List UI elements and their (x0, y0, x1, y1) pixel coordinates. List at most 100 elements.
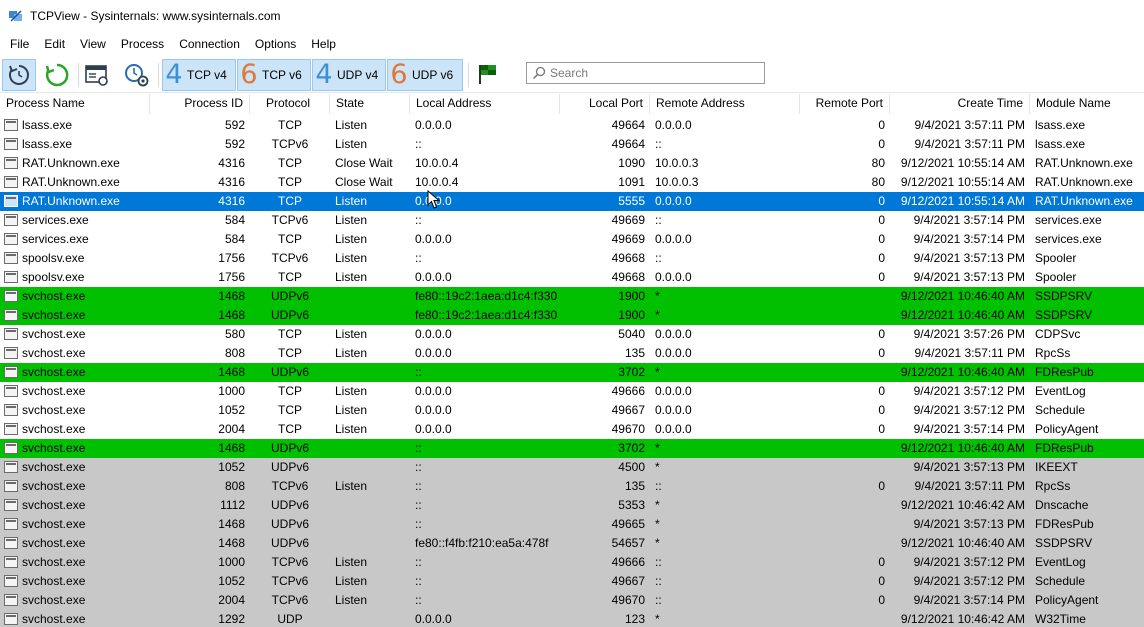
udp-v4-toggle[interactable]: 4 UDP v4 (312, 59, 386, 91)
table-row[interactable]: svchost.exe 1468 UDPv6:: 49665 * 9/4/2021 3:5… (0, 515, 1144, 534)
udp-v6-toggle[interactable]: 6 UDP v6 (387, 59, 463, 91)
tcp-v4-label: TCP v4 (187, 68, 227, 82)
cell-create-time: 9/4/2021 3:57:11 PM (914, 118, 1025, 132)
table-row[interactable]: svchost.exe 808 TCPv6 Listen:: 135:: 0 9/4/202… (0, 477, 1144, 496)
cell-create-time: 9/4/2021 3:57:13 PM (913, 251, 1025, 265)
cell-protocol: UDPv6 (270, 365, 309, 379)
column-header-process-id[interactable]: Process ID (150, 94, 250, 114)
cell-process-id: 1468 (218, 517, 245, 531)
tcp-v6-number: 6 (240, 59, 258, 90)
cell-local-port: 49666 (611, 384, 645, 398)
process-properties-button[interactable] (120, 59, 154, 91)
column-header-protocol[interactable]: Protocol (250, 94, 330, 114)
cell-process-name: lsass.exe (22, 118, 73, 132)
cell-local-port: 49664 (611, 137, 645, 151)
menu-edit[interactable]: Edit (36, 33, 72, 55)
cell-local-port: 135 (624, 479, 645, 493)
cell-remote-address: :: (655, 213, 662, 227)
table-row[interactable]: RAT.Unknown.exe 4316 TCP Listen 0.0.0.0 5555 0… (0, 192, 1144, 211)
properties-button[interactable] (82, 59, 112, 91)
cell-process-name: RAT.Unknown.exe (22, 194, 120, 208)
table-row[interactable]: svchost.exe 1052 TCPv6 Listen:: 49667:: 0 9/4/… (0, 572, 1144, 591)
table-row[interactable]: svchost.exe 1112 UDPv6:: 5353 * 9/12/2021 10:… (0, 496, 1144, 515)
tcp-v4-toggle[interactable]: 4 TCP v4 (162, 59, 236, 91)
table-row[interactable]: lsass.exe 592 TCPv6 Listen:: 49664:: 0 9/4/202… (0, 135, 1144, 154)
table-row[interactable]: svchost.exe 1292 UDP 0.0.0.0 123 * 9/12/2021 1… (0, 610, 1144, 627)
cell-local-address: :: (415, 441, 422, 455)
cell-process-id: 808 (224, 479, 245, 493)
cell-protocol: TCPv6 (271, 593, 309, 607)
table-row[interactable]: svchost.exe 580 TCP Listen 0.0.0.0 5040 0.0.0.… (0, 325, 1144, 344)
column-header-local-port[interactable]: Local Port (560, 94, 650, 114)
cell-remote-port: 0 (878, 213, 885, 227)
column-header-module-name[interactable]: Module Name (1030, 94, 1144, 114)
table-row[interactable]: services.exe 584 TCP Listen 0.0.0.0 49669 0.0.… (0, 230, 1144, 249)
cell-module-name: CDPSvc (1035, 327, 1081, 341)
table-row[interactable]: svchost.exe 1468 UDPv6 fe80::19c2:1aea:d1c4… (0, 306, 1144, 325)
table-row[interactable]: svchost.exe 1468 UDPv6:: 3702 * 9/12/2021 10:… (0, 363, 1144, 382)
table-row[interactable]: RAT.Unknown.exe 4316 TCP Close Wait 10.0.0.4… (0, 173, 1144, 192)
tcp-v6-toggle[interactable]: 6 TCP v6 (237, 59, 311, 91)
column-header-remote-address[interactable]: Remote Address (650, 94, 800, 114)
column-header-state[interactable]: State (330, 94, 410, 114)
column-header-create-time[interactable]: Create Time (890, 94, 1030, 114)
pause-refresh-button[interactable] (2, 59, 36, 91)
search-input[interactable] (550, 66, 750, 80)
cell-local-address: 0.0.0.0 (415, 270, 452, 284)
table-row[interactable]: spoolsv.exe 1756 TCPv6 Listen:: 49668:: 0 9/4/… (0, 249, 1144, 268)
table-row[interactable]: svchost.exe 808 TCP Listen 0.0.0.0 135 0.0.0.0… (0, 344, 1144, 363)
table-row[interactable]: svchost.exe 1468 UDPv6 fe80::19c2:1aea:d1c4… (0, 287, 1144, 306)
cell-state: Listen (335, 118, 368, 132)
cell-remote-address: 0.0.0.0 (655, 346, 692, 360)
cell-remote-address: * (655, 498, 660, 512)
cell-remote-port (800, 439, 890, 458)
cell-process-name: lsass.exe (22, 137, 73, 151)
column-header-process-name[interactable]: Process Name ︿ (0, 94, 150, 114)
flag-icon[interactable] (476, 62, 500, 86)
cell-local-port: 135 (624, 346, 645, 360)
cell-process-id: 1052 (218, 574, 245, 588)
table-row[interactable]: svchost.exe 1468 UDPv6:: 3702 * 9/12/2021 10:… (0, 439, 1144, 458)
cell-state (330, 610, 410, 627)
cell-remote-address: * (655, 441, 660, 455)
table-row[interactable]: services.exe 584 TCPv6 Listen:: 49669:: 0 9/4/… (0, 211, 1144, 230)
cell-process-name: svchost.exe (22, 555, 86, 569)
cell-create-time: 9/12/2021 10:46:40 AM (900, 441, 1025, 455)
menu-file[interactable]: File (0, 33, 36, 55)
menu-connection[interactable]: Connection (171, 33, 247, 55)
cell-local-port: 49669 (611, 213, 645, 227)
column-header-remote-port[interactable]: Remote Port (800, 94, 890, 114)
table-row[interactable]: svchost.exe 1000 TCP Listen 0.0.0.0 49666 0.0.… (0, 382, 1144, 401)
column-header-local-address[interactable]: Local Address (410, 94, 560, 114)
search-box[interactable] (526, 62, 765, 84)
refresh-now-button[interactable] (42, 59, 72, 91)
cell-create-time: 9/4/2021 3:57:11 PM (914, 346, 1025, 360)
table-row[interactable]: svchost.exe 1052 TCP Listen 0.0.0.0 49667 0.0.… (0, 401, 1144, 420)
cell-local-port: 49668 (611, 270, 645, 284)
cell-state: Close Wait (335, 175, 393, 189)
cell-process-id: 592 (224, 118, 245, 132)
table-row[interactable]: svchost.exe 1468 UDPv6 fe80::f4fb:f210:ea5a… (0, 534, 1144, 553)
table-row[interactable]: lsass.exe 592 TCP Listen 0.0.0.0 49664 0.0.0.0… (0, 116, 1144, 135)
table-row[interactable]: svchost.exe 1000 TCPv6 Listen:: 49666:: 0 9/4/… (0, 553, 1144, 572)
cell-local-port: 49667 (611, 403, 645, 417)
menu-help[interactable]: Help (303, 33, 343, 55)
menu-process[interactable]: Process (113, 33, 171, 55)
cell-local-port: 1091 (618, 175, 645, 189)
table-row[interactable]: svchost.exe 2004 TCPv6 Listen:: 49670:: 0 9/4/… (0, 591, 1144, 610)
table-row[interactable]: RAT.Unknown.exe 4316 TCP Close Wait 10.0.0.4… (0, 154, 1144, 173)
window-title: TCPView - Sysinternals: www.sysinternals… (30, 9, 281, 23)
table-row[interactable]: svchost.exe 1052 UDPv6:: 4500 * 9/4/2021 3:57… (0, 458, 1144, 477)
menu-options[interactable]: Options (247, 33, 303, 55)
table-row[interactable]: spoolsv.exe 1756 TCP Listen 0.0.0.0 49668 0.0.… (0, 268, 1144, 287)
table-row[interactable]: svchost.exe 2004 TCP Listen 0.0.0.0 49670 0.0.… (0, 420, 1144, 439)
cell-process-id: 1112 (220, 498, 245, 512)
cell-local-port: 1090 (618, 156, 645, 170)
green-refresh-icon (45, 63, 69, 87)
cell-state (330, 287, 410, 306)
cell-create-time: 9/4/2021 3:57:13 PM (913, 460, 1025, 474)
menu-view[interactable]: View (72, 33, 113, 55)
toolbar-separator (468, 63, 469, 87)
cell-protocol: TCP (278, 403, 302, 417)
cell-remote-port: 0 (878, 422, 885, 436)
